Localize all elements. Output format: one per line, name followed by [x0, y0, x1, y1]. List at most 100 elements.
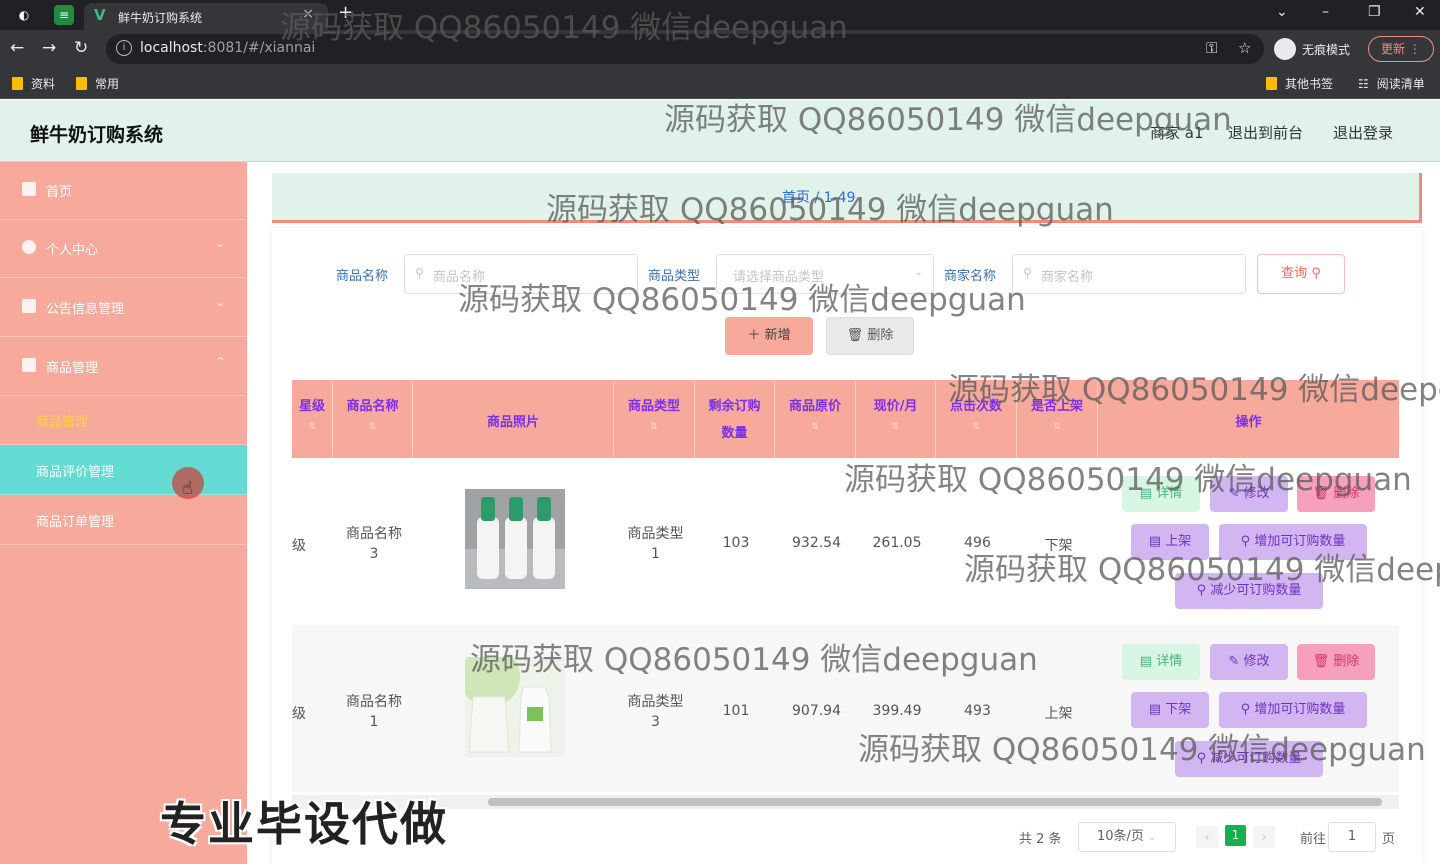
sidebar-subitem-product-manage[interactable]: 商品管理 [0, 395, 247, 445]
btn-label: 减少可订购数量 [1210, 751, 1302, 766]
url-input[interactable]: i localhost:8081/#/xiannai ⚿ ☆ [106, 34, 1264, 64]
home-icon [22, 182, 36, 196]
sort-icon[interactable]: ⇅ [775, 422, 855, 432]
next-page-icon[interactable]: › [1253, 826, 1275, 848]
sidebar-subitem-product-orders[interactable]: 商品订单管理 [0, 495, 247, 545]
select-placeholder: 请选择商品类型 [733, 270, 825, 285]
sidebar-item-products[interactable]: 商品管理 ⌃ [0, 338, 247, 396]
reload-icon[interactable]: ↻ [74, 38, 88, 58]
close-window-icon[interactable]: ✕ [1414, 4, 1426, 20]
sidebar-item-profile[interactable]: 个人中心 ⌄ [0, 220, 247, 278]
bookmark-folder[interactable]: 资料 [12, 75, 55, 92]
detail-icon: ▤ [1139, 486, 1153, 501]
column-header-clicks[interactable]: 点击次数 ⇅ [936, 380, 1017, 458]
scrollbar-thumb[interactable] [488, 798, 1382, 806]
cell-type: 商品类型 [627, 526, 684, 542]
exit-to-front-link[interactable]: 退出到前台 [1228, 122, 1303, 143]
add-button[interactable]: ＋ 新增 [725, 317, 813, 355]
sidebar-item-home[interactable]: 首页 [0, 162, 247, 220]
update-label: 更新 [1381, 42, 1406, 56]
sort-icon[interactable]: ⇅ [936, 422, 1016, 432]
browser-menu-icon[interactable]: ◐ [14, 5, 34, 25]
shelf-toggle-button[interactable]: ▤ 上架 [1131, 524, 1209, 560]
active-tab[interactable]: V 鲜牛奶订购系统 × [84, 3, 328, 30]
product-name-input[interactable]: ⚲ 商品名称 [404, 254, 638, 294]
sidebar-subitem-label: 商品订单管理 [36, 515, 115, 530]
app-title: 鲜牛奶订购系统 [30, 124, 164, 146]
cell-type-num: 1 [651, 546, 660, 562]
sidebar-item-notices[interactable]: 公告信息管理 ⌄ [0, 279, 247, 337]
product-photo[interactable] [465, 657, 565, 757]
column-header-remaining[interactable]: 剩余订购 数量 [695, 380, 775, 458]
increase-quantity-button[interactable]: ⚲ 增加可订购数量 [1219, 692, 1367, 728]
edit-button[interactable]: ✎ 修改 [1210, 644, 1288, 680]
cell-type-num: 3 [651, 714, 660, 730]
table-horizontal-scrollbar[interactable] [292, 795, 1399, 809]
doc-icon: ▤ [1148, 702, 1162, 717]
close-tab-icon[interactable]: × [302, 6, 314, 22]
back-icon[interactable]: ← [10, 38, 24, 58]
btn-label: 删除 [1333, 486, 1360, 501]
update-button[interactable]: 更新 ⋮ [1368, 36, 1434, 62]
product-type-select[interactable]: 请选择商品类型 ⌄ [716, 254, 934, 294]
filter-merchant-label: 商家名称 [944, 269, 997, 284]
btn-label: 增加可订购数量 [1254, 702, 1346, 717]
page-size-select[interactable]: 10条/页 ⌄ [1078, 822, 1176, 852]
column-header-name[interactable]: 商品名称 ⇅ [333, 380, 413, 458]
bookmarks-bar: 资料 常用 其他书签 ☷ 阅读清单 [0, 68, 1440, 99]
column-header-original-price[interactable]: 商品原价 ⇅ [775, 380, 856, 458]
column-header-type[interactable]: 商品类型 ⇅ [614, 380, 695, 458]
prev-page-icon[interactable]: ‹ [1196, 826, 1218, 848]
bookmark-folder[interactable]: 常用 [76, 75, 119, 92]
minimize-icon[interactable]: – [1322, 4, 1329, 20]
column-header-star[interactable]: 星级 ⇅ [292, 380, 333, 458]
reading-list[interactable]: ☷ 阅读清单 [1358, 75, 1425, 92]
delete-button[interactable]: 🗑 删除 [1297, 644, 1375, 680]
goto-label: 前往 [1300, 832, 1327, 847]
forward-icon[interactable]: → [42, 38, 56, 58]
detail-button[interactable]: ▤ 详情 [1122, 644, 1200, 680]
sort-icon[interactable]: ⇅ [614, 422, 694, 432]
edit-button[interactable]: ✎ 修改 [1210, 476, 1288, 512]
column-header-current-price[interactable]: 现价/月 ⇅ [856, 380, 936, 458]
sort-icon[interactable]: ⇅ [333, 422, 412, 432]
sort-icon[interactable]: ⇅ [856, 422, 935, 432]
column-label: 剩余订购 [708, 399, 761, 414]
batch-delete-button[interactable]: 🗑 删除 [826, 317, 914, 355]
decrease-quantity-button[interactable]: ⚲ 减少可订购数量 [1175, 741, 1323, 777]
detail-button[interactable]: ▤ 详情 [1122, 476, 1200, 512]
table-header: 星级 ⇅ 商品名称 ⇅ 商品照片 商品类型 ⇅ 剩余订购 数量 商品原价 ⇅ 现价/月 ⇅ … [292, 380, 1399, 458]
cell-original-price: 907.94 [792, 703, 841, 719]
key-icon[interactable]: ⚿ [1206, 39, 1217, 57]
site-info-icon[interactable]: i [116, 40, 132, 56]
sidebar-subitem-product-review[interactable]: 商品评价管理 [0, 445, 247, 495]
merchant-name-input[interactable]: ⚲ 商家名称 [1012, 254, 1246, 294]
url-text: localhost:8081/#/xiannai [140, 40, 315, 56]
incognito-profile[interactable]: 无痕模式 [1274, 37, 1350, 61]
new-tab-icon[interactable]: + [338, 2, 353, 23]
query-button[interactable]: 查询 ⚲ [1257, 254, 1345, 294]
cell-remaining: 103 [722, 535, 750, 551]
restore-icon[interactable]: ❐ [1368, 4, 1381, 20]
cell-name-num: 3 [369, 546, 379, 562]
logout-link[interactable]: 退出登录 [1333, 122, 1393, 143]
tab-search-icon[interactable]: ⌄ [1276, 4, 1288, 20]
pinned-tab-icon[interactable]: ≡ [54, 5, 74, 25]
sidebar-subitem-label: 商品评价管理 [36, 465, 115, 480]
delete-button[interactable]: 🗑 删除 [1297, 476, 1375, 512]
sort-icon[interactable]: ⇅ [292, 422, 332, 432]
sort-icon[interactable]: ⇅ [1017, 422, 1097, 432]
page-number-current[interactable]: 1 [1225, 825, 1246, 846]
decrease-quantity-button[interactable]: ⚲ 减少可订购数量 [1175, 573, 1323, 609]
tab-title: 鲜牛奶订购系统 [118, 11, 203, 25]
column-header-photo[interactable]: 商品照片 [413, 380, 614, 458]
shelf-toggle-button[interactable]: ▤ 下架 [1131, 692, 1209, 728]
goto-page-input[interactable]: 1 [1328, 822, 1376, 852]
other-bookmarks[interactable]: 其他书签 [1266, 75, 1333, 92]
increase-quantity-button[interactable]: ⚲ 增加可订购数量 [1219, 524, 1367, 560]
bookmark-star-icon[interactable]: ☆ [1238, 39, 1251, 57]
query-label: 查询 [1281, 266, 1308, 281]
column-header-actions: 操作 [1098, 380, 1399, 458]
column-header-on-shelf[interactable]: 是否上架 ⇅ [1017, 380, 1098, 458]
product-photo[interactable] [465, 489, 565, 589]
